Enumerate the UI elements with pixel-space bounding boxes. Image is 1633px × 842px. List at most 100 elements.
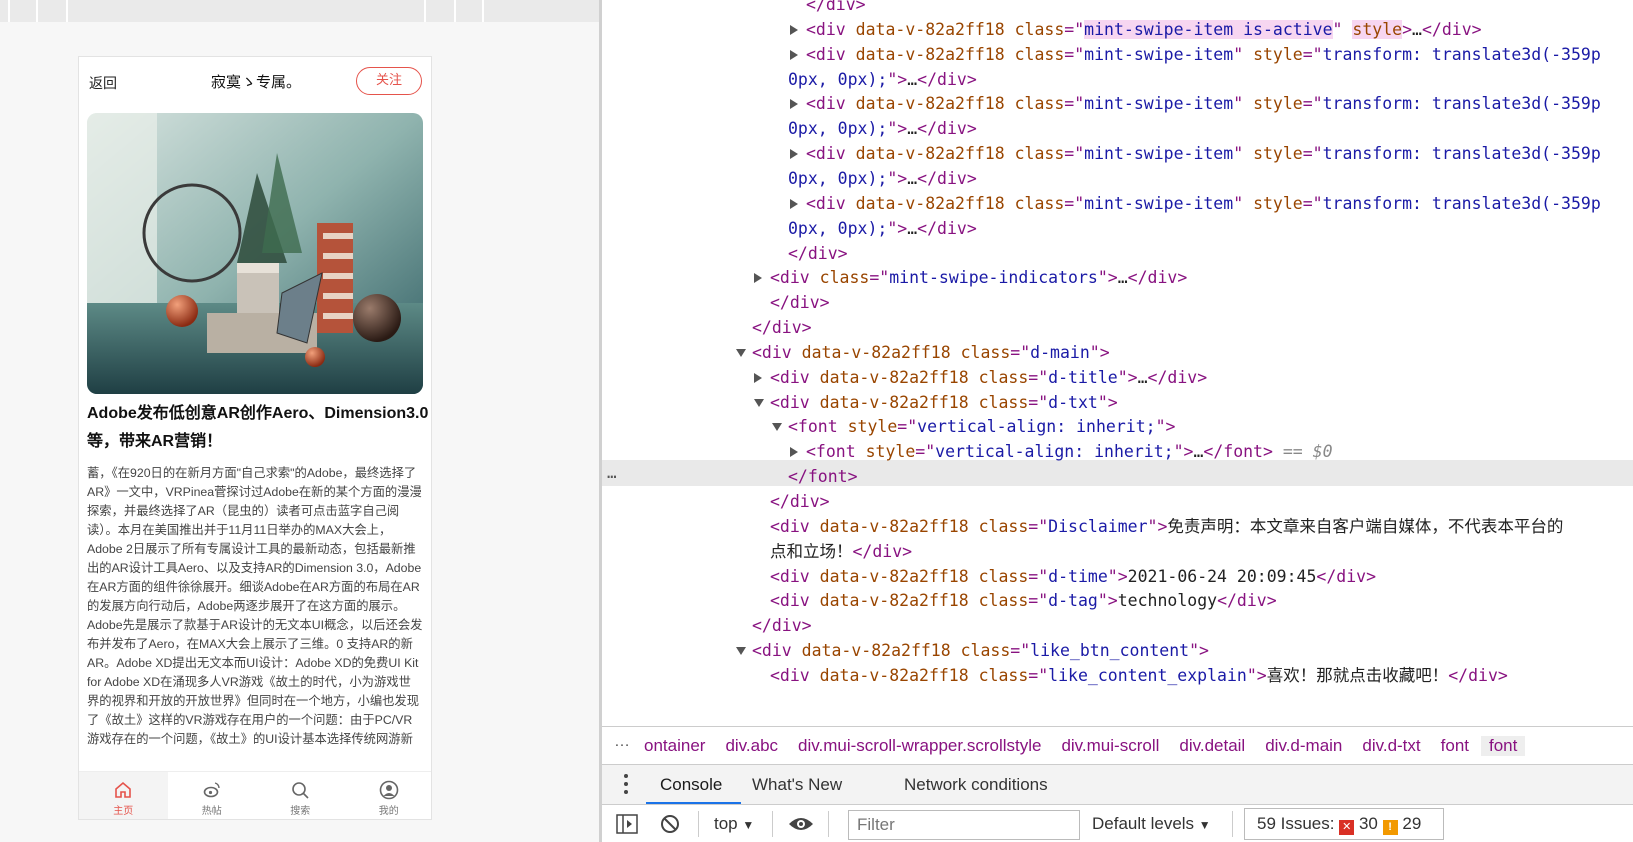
dom-token: … (907, 218, 918, 238)
dom-node-line[interactable]: <div data-v-82a2ff18 class="like_content… (770, 665, 1508, 687)
dom-node-line[interactable]: <font style="vertical-align: inherit;">…… (806, 441, 1333, 463)
breadcrumb-item[interactable]: ontainer (644, 736, 705, 756)
tab-hot-posts[interactable]: 热帖 (168, 772, 257, 819)
breadcrumb-item[interactable]: div.mui-scroll-wrapper.scrollstyle (798, 736, 1041, 756)
still-life-render-image[interactable] (87, 113, 423, 394)
dom-node-line[interactable]: 0px, 0px);">…</div> (788, 218, 977, 240)
dom-node-line[interactable]: <div data-v-82a2ff18 class="mint-swipe-i… (806, 143, 1601, 165)
breadcrumb-item[interactable]: div.d-main (1265, 736, 1342, 756)
dom-token: 0px, 0px); (788, 218, 888, 238)
expand-triangle-icon[interactable] (790, 198, 798, 209)
dom-node-line[interactable]: <font style="vertical-align: inherit;"> (788, 416, 1175, 438)
collapse-triangle-icon[interactable] (736, 647, 746, 656)
dom-token: class (978, 367, 1029, 387)
dom-token: vertical-align: inherit; (935, 442, 1174, 462)
breadcrumb-item[interactable]: font (1441, 736, 1469, 756)
tab-console[interactable]: Console (660, 775, 722, 795)
dom-token: <div (806, 44, 856, 64)
dom-token: <div (806, 144, 856, 164)
dom-token: "> (887, 218, 908, 238)
context-selector[interactable]: top ▼ (714, 814, 754, 834)
dom-token: "> (887, 69, 908, 89)
dom-node-line[interactable]: </div> (788, 243, 848, 265)
dom-token: =" (1028, 665, 1049, 685)
expand-triangle-icon[interactable] (754, 273, 762, 284)
log-levels-dropdown[interactable]: Default levels ▼ (1092, 814, 1211, 834)
breadcrumb-item[interactable]: div.abc (725, 736, 778, 756)
dom-node-line[interactable]: 0px, 0px);">…</div> (788, 168, 977, 190)
dom-token: class (1014, 193, 1065, 213)
dom-token: =" (1064, 94, 1085, 114)
dom-node-line[interactable]: <div data-v-82a2ff18 class="like_btn_con… (752, 640, 1209, 662)
tab-network-conditions[interactable]: Network conditions (904, 775, 1048, 795)
dom-token: "> (1107, 566, 1128, 586)
mobile-viewport: 返回 寂寞ゝ专属。 关注 Adobe发布低创意AR创作Aero、Dimensio… (78, 56, 432, 820)
collapse-triangle-icon[interactable] (736, 348, 746, 357)
dom-node-line[interactable]: <div data-v-82a2ff18 class="mint-swipe-i… (806, 44, 1601, 66)
breadcrumb-item[interactable]: font (1481, 736, 1526, 756)
dom-node-line[interactable]: <div data-v-82a2ff18 class="d-main"> (752, 342, 1110, 364)
dom-node-line[interactable]: <div class="mint-swipe-indicators">…</di… (770, 267, 1187, 289)
dom-node-line[interactable]: 0px, 0px);">…</div> (788, 118, 977, 140)
dom-token: <font (806, 442, 866, 462)
dom-token: mint-swipe-item (1084, 144, 1234, 164)
dom-token (1005, 20, 1015, 39)
dom-token: data-v-82a2ff18 (855, 19, 1005, 39)
dom-token: data-v-82a2ff18 (819, 367, 969, 387)
dom-node-line[interactable]: </font> (788, 466, 858, 488)
dom-node-line[interactable]: </div> (770, 292, 830, 314)
dom-token (951, 641, 961, 660)
collapse-triangle-icon[interactable] (772, 423, 782, 432)
eye-icon[interactable] (788, 815, 814, 833)
dom-node-line[interactable]: <div data-v-82a2ff18 class="d-title">…</… (770, 367, 1207, 389)
expand-triangle-icon[interactable] (790, 149, 798, 160)
follow-button[interactable]: 关注 (356, 67, 422, 95)
sidebar-toggle-icon[interactable] (616, 814, 638, 834)
dom-token: </div> (770, 492, 830, 511)
dom-node-line[interactable]: <div data-v-82a2ff18 class="d-time">2021… (770, 566, 1376, 588)
breadcrumb-overflow-button[interactable]: … (614, 733, 631, 751)
dom-node-line[interactable]: </div> (752, 317, 812, 339)
selected-node-row[interactable] (602, 460, 1633, 486)
collapse-triangle-icon[interactable] (754, 398, 764, 407)
dom-token: <div (806, 94, 856, 114)
search-icon (292, 782, 309, 799)
dom-token: =" (1064, 193, 1085, 213)
expand-triangle-icon[interactable] (790, 99, 798, 110)
device-toolbar-strip (0, 0, 599, 22)
dom-node-line[interactable]: </div> (752, 615, 812, 637)
expand-triangle-icon[interactable] (790, 447, 798, 458)
dom-token: … (1137, 367, 1148, 387)
dom-token (969, 368, 979, 387)
dom-node-line[interactable]: </div> (806, 0, 866, 16)
console-filter-input[interactable]: Filter (848, 810, 1080, 840)
tab-search[interactable]: 搜索 (256, 772, 345, 819)
dom-token: mint-swipe-item (1084, 193, 1234, 213)
breadcrumb-item[interactable]: div.d-txt (1362, 736, 1420, 756)
dom-node-line[interactable]: <div data-v-82a2ff18 class="mint-swipe-i… (806, 93, 1601, 115)
clear-console-icon[interactable] (660, 814, 680, 834)
dom-node-line[interactable]: <div data-v-82a2ff18 class="mint-swipe-i… (806, 19, 1482, 41)
dom-token: =" (1064, 19, 1085, 39)
dom-node-line[interactable]: 0px, 0px);">…</div> (788, 69, 977, 91)
breadcrumb-item[interactable]: div.detail (1179, 736, 1245, 756)
tab-mine[interactable]: 我的 (345, 772, 432, 819)
dom-node-line[interactable]: </div> (770, 491, 830, 513)
drawer-menu-icon[interactable] (624, 774, 628, 798)
tab-whats-new[interactable]: What's New (752, 775, 842, 795)
dom-node-line[interactable]: <div data-v-82a2ff18 class="d-tag">techn… (770, 590, 1277, 612)
expand-triangle-icon[interactable] (754, 372, 762, 383)
tab-home[interactable]: 主页 (79, 772, 168, 819)
dom-node-line[interactable]: 点和立场！</div> (770, 541, 912, 563)
breadcrumb-item[interactable]: div.mui-scroll (1061, 736, 1159, 756)
dom-node-line[interactable]: <div data-v-82a2ff18 class="mint-swipe-i… (806, 193, 1601, 215)
dom-node-line[interactable]: <div data-v-82a2ff18 class="Disclaimer">… (770, 516, 1563, 538)
expand-triangle-icon[interactable] (790, 24, 798, 35)
issues-counter-button[interactable]: 59 Issues: ✕ 30 ! 29 (1244, 808, 1444, 840)
dom-token: 2021-06-24 20:09:45 (1127, 566, 1317, 586)
expand-triangle-icon[interactable] (790, 49, 798, 60)
node-actions-button[interactable]: … (607, 460, 618, 486)
dom-token: style (1352, 19, 1403, 39)
dom-node-line[interactable]: <div data-v-82a2ff18 class="d-txt"> (770, 392, 1118, 414)
dom-token: <div (770, 566, 820, 586)
